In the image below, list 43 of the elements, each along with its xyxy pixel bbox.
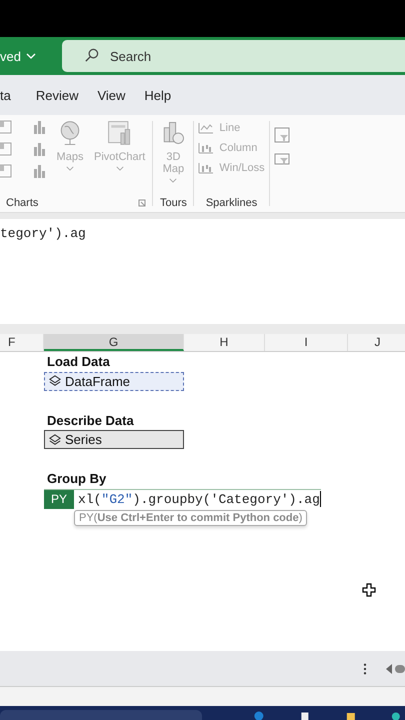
filter-icon[interactable] bbox=[274, 151, 290, 167]
group-label: Tours bbox=[160, 197, 187, 209]
bar-chart-icon[interactable] bbox=[32, 163, 48, 179]
formula-text: tegory').ag bbox=[0, 226, 86, 241]
column-header[interactable]: G bbox=[44, 334, 184, 351]
python-object-cell[interactable]: Series bbox=[44, 430, 184, 449]
chart-type-icon[interactable] bbox=[0, 141, 12, 157]
caret-icon bbox=[169, 178, 178, 183]
python-badge: PY bbox=[44, 490, 74, 508]
column-header[interactable]: J bbox=[348, 334, 405, 351]
menu-tab[interactable]: Help bbox=[144, 88, 182, 102]
sparkline-icon bbox=[198, 142, 214, 154]
cell-cursor-icon bbox=[362, 583, 376, 597]
caret-icon bbox=[66, 166, 74, 171]
column-header[interactable]: I bbox=[265, 334, 348, 351]
chevron-icon bbox=[26, 53, 36, 59]
menu-tab[interactable]: ta bbox=[0, 88, 22, 102]
caret-icon bbox=[116, 166, 124, 171]
cell-text: Load Data bbox=[46, 353, 111, 371]
chart-type-icon[interactable] bbox=[0, 119, 12, 135]
sparkline-icon bbox=[198, 122, 214, 134]
python-object-cell[interactable]: DataFrame bbox=[44, 372, 184, 390]
cell-text: Group By bbox=[46, 470, 108, 488]
group-label: Charts bbox=[6, 197, 38, 209]
column-header[interactable]: H bbox=[184, 334, 265, 351]
cell-text: Describe Data bbox=[46, 412, 135, 430]
chart-type-icon[interactable] bbox=[0, 163, 12, 179]
search-icon bbox=[84, 48, 99, 63]
save-status-button[interactable]: ved bbox=[0, 48, 36, 64]
bar-chart-icon[interactable] bbox=[32, 119, 48, 135]
hint-tooltip: PY(Use Ctrl+Enter to commit Python code) bbox=[74, 510, 308, 526]
menu-tab[interactable]: View bbox=[97, 88, 136, 102]
dialog-launcher-icon[interactable] bbox=[138, 199, 146, 207]
scroll-left-icon[interactable] bbox=[385, 662, 405, 674]
menu-tab[interactable]: Review bbox=[36, 88, 90, 102]
more-icon[interactable] bbox=[363, 662, 367, 674]
layers-icon bbox=[49, 375, 61, 387]
layers-icon bbox=[49, 434, 61, 446]
search-field[interactable]: Search bbox=[62, 40, 405, 72]
filter-icon[interactable] bbox=[274, 127, 290, 143]
bar-chart-icon[interactable] bbox=[32, 141, 48, 157]
group-label: Sparklines bbox=[206, 197, 258, 209]
sparkline-icon bbox=[198, 162, 214, 174]
